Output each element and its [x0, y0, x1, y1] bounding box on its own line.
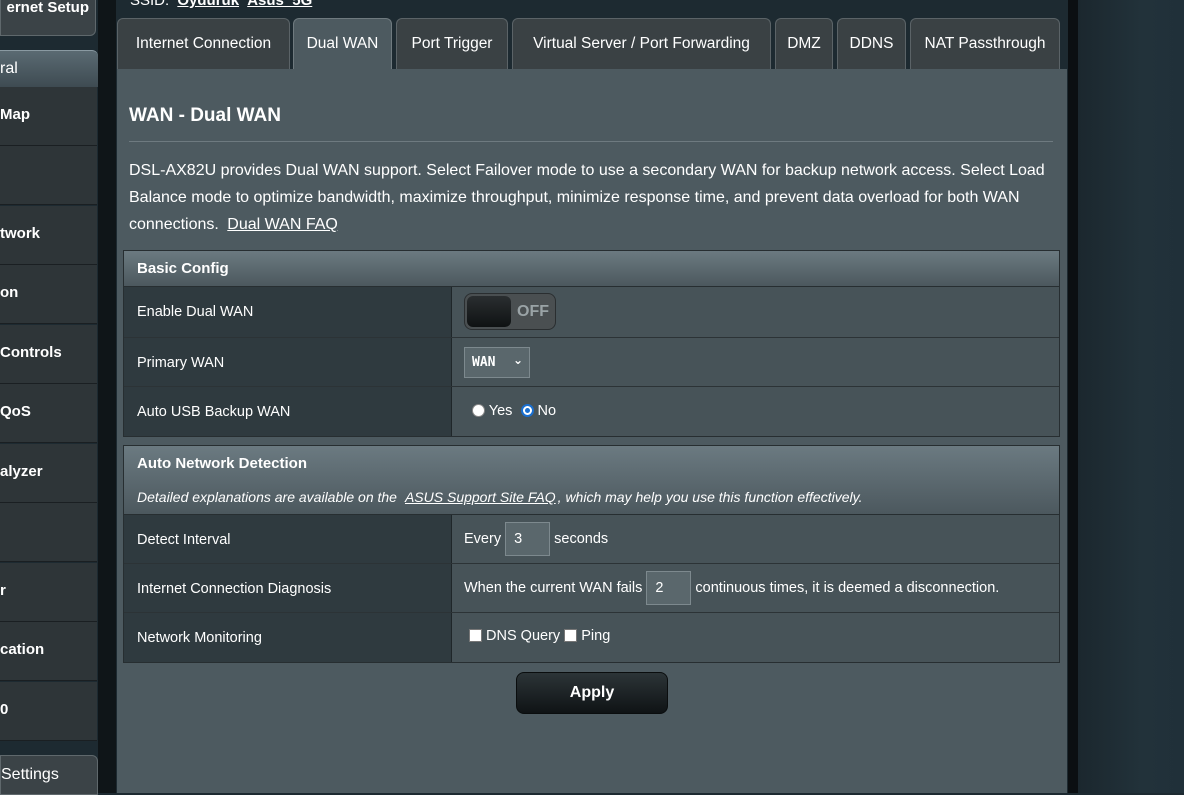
- auto-usb-backup-label: Auto USB Backup WAN: [124, 387, 452, 436]
- detect-interval-controls: Every 3 seconds: [464, 522, 608, 556]
- tab-dual-wan[interactable]: Dual WAN: [293, 18, 392, 70]
- detect-interval-label: Detect Interval: [124, 515, 452, 563]
- enable-dual-wan-label: Enable Dual WAN: [124, 287, 452, 337]
- sidebar-item-on[interactable]: on: [0, 265, 97, 324]
- basic-config-table: Basic Config Enable Dual WAN OFF Primary…: [123, 250, 1060, 437]
- sidebar-item-network[interactable]: twork: [0, 206, 97, 265]
- sidebar-section-label: ral: [0, 60, 18, 77]
- connection-diagnosis-label: Internet Connection Diagnosis: [124, 564, 452, 612]
- primary-wan-row: Primary WAN WAN ⌄: [124, 338, 1059, 387]
- ping-checkbox[interactable]: [564, 629, 578, 642]
- sidebar: ernet Setup ral Map twork on Controls Qo…: [0, 0, 98, 795]
- tab-virtual-server[interactable]: Virtual Server / Port Forwarding: [512, 18, 771, 69]
- sidebar-item-label: alyzer: [0, 463, 43, 480]
- tab-internet-connection[interactable]: Internet Connection: [117, 18, 290, 69]
- sidebar-section-header: ral: [0, 50, 98, 87]
- chevron-down-icon: ⌄: [512, 353, 523, 367]
- sidebar-item-analyzer[interactable]: alyzer: [0, 444, 97, 503]
- sidebar-quick-setup-label: ernet Setup: [6, 0, 89, 16]
- note-suffix: , which may help you use this function e…: [557, 489, 863, 505]
- sidebar-item-label: Map: [0, 106, 30, 123]
- basic-config-header: Basic Config: [124, 251, 1059, 287]
- sidebar-quick-setup[interactable]: ernet Setup: [0, 0, 96, 36]
- monitoring-checkboxes: DNS Query Ping: [469, 628, 610, 644]
- sidebar-item-network-map[interactable]: Map: [0, 87, 97, 146]
- toggle-knob: [467, 296, 511, 327]
- primary-wan-label: Primary WAN: [124, 338, 452, 386]
- sidebar-gap: [98, 0, 116, 793]
- tab-dmz[interactable]: DMZ: [775, 18, 833, 69]
- note-prefix: Detailed explanations are available on t…: [137, 489, 397, 505]
- ssid-link-5g[interactable]: Asus_5G: [247, 0, 312, 9]
- auto-network-detection-title: Auto Network Detection: [137, 455, 308, 472]
- tab-port-trigger[interactable]: Port Trigger: [396, 18, 508, 69]
- sidebar-item-label: Controls: [0, 344, 62, 361]
- apply-button[interactable]: Apply: [516, 672, 668, 714]
- dns-query-label: DNS Query: [486, 628, 561, 644]
- interval-prefix: Every: [464, 530, 502, 547]
- sidebar-item[interactable]: [0, 146, 97, 205]
- detection-note: Detailed explanations are available on t…: [137, 489, 862, 505]
- basic-config-title: Basic Config: [137, 260, 229, 277]
- sidebar-advanced-settings-label: Settings: [1, 766, 59, 783]
- title-divider: [129, 141, 1053, 142]
- page-title: WAN - Dual WAN: [129, 105, 281, 126]
- network-monitoring-row: Network Monitoring DNS Query Ping: [124, 613, 1059, 662]
- ssid-label: SSID:: [130, 0, 170, 9]
- primary-wan-select[interactable]: WAN ⌄: [464, 347, 530, 378]
- network-monitoring-label: Network Monitoring: [124, 613, 452, 662]
- diagnosis-count-input[interactable]: 2: [646, 571, 692, 605]
- enable-dual-wan-row: Enable Dual WAN OFF: [124, 287, 1059, 338]
- connection-diagnosis-row: Internet Connection Diagnosis When the c…: [124, 564, 1059, 613]
- enable-dual-wan-toggle[interactable]: OFF: [464, 293, 556, 330]
- toggle-state-label: OFF: [517, 303, 549, 320]
- interval-suffix: seconds: [554, 530, 609, 547]
- panel-border-right: [1068, 0, 1078, 793]
- ssid-bar: SSID: Oyduruk Asus_5G: [130, 0, 312, 9]
- sidebar-item-label: twork: [0, 225, 41, 242]
- ssid-link-2g[interactable]: Oyduruk: [177, 0, 239, 9]
- sidebar-item-label: QoS: [0, 403, 31, 420]
- page-description: DSL-AX82U provides Dual WAN support. Sel…: [129, 157, 1065, 238]
- sidebar-item-application[interactable]: cation: [0, 622, 97, 681]
- ping-label: Ping: [581, 628, 611, 644]
- radio-yes[interactable]: [472, 404, 485, 417]
- tab-ddns[interactable]: DDNS: [837, 18, 906, 69]
- auto-usb-backup-row: Auto USB Backup WAN Yes No: [124, 387, 1059, 436]
- radio-no[interactable]: [520, 404, 534, 417]
- main-panel: WAN - Dual WAN DSL-AX82U provides Dual W…: [117, 69, 1067, 793]
- sidebar-item-controls[interactable]: Controls: [0, 325, 97, 384]
- background-right: [1078, 0, 1184, 793]
- diag-suffix: continuous times, it is deemed a disconn…: [695, 579, 1000, 596]
- primary-wan-selected: WAN: [472, 355, 496, 370]
- dns-query-checkbox[interactable]: [469, 629, 482, 642]
- sidebar-item-label: on: [0, 284, 19, 301]
- sidebar-item-label: 0: [0, 701, 9, 718]
- tab-nat-passthrough[interactable]: NAT Passthrough: [910, 18, 1060, 69]
- auto-usb-radio-group: Yes No: [472, 403, 556, 419]
- sidebar-item-label: cation: [0, 641, 45, 658]
- auto-network-detection-header: Auto Network Detection Detailed explanat…: [124, 446, 1059, 515]
- sidebar-item[interactable]: [0, 503, 97, 562]
- sidebar-item[interactable]: 0: [0, 682, 97, 741]
- sidebar-advanced-settings[interactable]: Settings: [0, 755, 98, 795]
- radio-no-label: No: [537, 403, 557, 419]
- diagnosis-controls: When the current WAN fails 2 continuous …: [464, 571, 999, 605]
- dual-wan-faq-link[interactable]: Dual WAN FAQ: [227, 216, 338, 233]
- asus-support-faq-link[interactable]: ASUS Support Site FAQ: [405, 489, 556, 505]
- detect-interval-input[interactable]: 3: [505, 522, 551, 556]
- auto-network-detection-table: Auto Network Detection Detailed explanat…: [123, 445, 1060, 663]
- radio-yes-label: Yes: [488, 403, 513, 419]
- sidebar-item[interactable]: r: [0, 563, 97, 622]
- diag-prefix: When the current WAN fails: [464, 579, 643, 596]
- detect-interval-row: Detect Interval Every 3 seconds: [124, 515, 1059, 564]
- sidebar-item-qos[interactable]: QoS: [0, 384, 97, 443]
- sidebar-item-label: r: [0, 582, 6, 599]
